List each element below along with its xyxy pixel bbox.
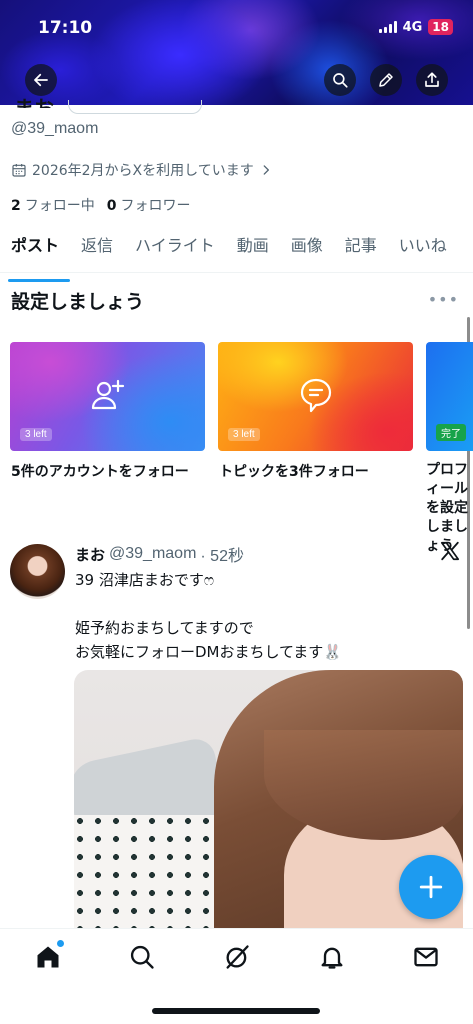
setup-card-profile[interactable]: 完了	[426, 342, 473, 451]
following-count: 2	[11, 198, 21, 214]
status-time: 17:10	[38, 18, 93, 38]
setup-title: 設定しましょう	[11, 291, 145, 313]
setup-card-label: トピックを3件フォロー	[219, 464, 369, 480]
back-arrow-icon	[34, 73, 48, 87]
profile-name: まお	[14, 96, 54, 108]
image-fabric	[74, 815, 234, 930]
post-text: 39 沼津店まおですෆ 姫予約おまちしてますので お気軽にフォローDMおまちして…	[75, 571, 342, 661]
search-icon	[333, 73, 348, 88]
tab-highlights[interactable]: ハイライト	[124, 230, 226, 272]
topic-bubble-icon	[296, 375, 336, 419]
post-time: · 52秒	[200, 548, 244, 565]
grok-icon	[226, 945, 249, 969]
setup-card-label: 5件のアカウントをフォロー	[11, 464, 189, 480]
follow-stats: 2 フォロー中 0 フォロワー	[11, 195, 191, 215]
network-label: 4G	[402, 19, 423, 35]
home-notification-dot	[57, 940, 64, 947]
followers-label: フォロワー	[120, 198, 191, 214]
nav-grok[interactable]	[223, 943, 251, 971]
tab-likes[interactable]: いいね	[388, 230, 458, 272]
card-progress-badge: 3 left	[20, 428, 52, 441]
followers-count: 0	[106, 198, 117, 214]
nav-search[interactable]	[128, 943, 156, 971]
compose-button[interactable]	[399, 855, 463, 919]
add-user-icon	[88, 375, 128, 419]
plus-icon	[419, 875, 443, 899]
post-author-name: まお	[75, 545, 106, 564]
nav-messages[interactable]	[412, 943, 440, 971]
joined-date[interactable]: 2026年2月からXを利用しています	[11, 160, 273, 180]
joined-text: 2026年2月からXを利用しています	[32, 163, 254, 179]
nav-home[interactable]	[34, 940, 64, 971]
tab-replies[interactable]: 返信	[70, 230, 124, 272]
card-progress-badge: 3 left	[228, 428, 260, 441]
search-button[interactable]	[324, 64, 356, 96]
mail-icon	[414, 947, 438, 967]
tab-posts[interactable]: ポスト	[0, 230, 71, 282]
calendar-icon	[12, 164, 26, 177]
home-icon	[37, 946, 59, 968]
profile-tabs: ポスト 返信 ハイライト 動画 画像 記事 いいね	[0, 230, 473, 282]
battery-icon: 18	[428, 19, 453, 35]
search-icon	[130, 945, 154, 969]
following-label: フォロー中	[24, 198, 95, 214]
verify-badge-button[interactable]	[68, 100, 202, 114]
edit-pencil-icon	[379, 73, 393, 87]
card-done-badge: 完了	[436, 424, 466, 441]
setup-card-follow-topics[interactable]: 3 left	[218, 342, 413, 451]
x-logo-icon[interactable]	[439, 540, 461, 562]
post-author[interactable]: まお @39_maom · 52秒	[75, 542, 244, 566]
chevron-right-icon	[263, 165, 269, 175]
setup-card-follow-accounts[interactable]: 3 left	[10, 342, 205, 451]
profile-handle: @39_maom	[11, 120, 99, 137]
more-options-icon[interactable]: •••	[428, 290, 459, 309]
avatar[interactable]	[10, 544, 65, 599]
post-author-handle: @39_maom	[109, 545, 197, 562]
share-button[interactable]	[416, 64, 448, 96]
home-indicator[interactable]	[152, 1008, 320, 1014]
edit-button[interactable]	[370, 64, 402, 96]
status-indicators: 4G 18	[378, 19, 453, 35]
signal-icon	[378, 21, 397, 33]
tab-articles[interactable]: 記事	[334, 230, 388, 272]
nav-notifications[interactable]	[318, 943, 346, 971]
share-icon	[425, 72, 439, 87]
tab-images[interactable]: 画像	[280, 230, 334, 272]
following-link[interactable]: 2 フォロー中	[11, 195, 95, 215]
bell-icon	[321, 947, 343, 969]
followers-link[interactable]: 0 フォロワー	[107, 195, 191, 215]
profile-banner: 17:10 4G 18	[0, 0, 473, 105]
tab-videos[interactable]: 動画	[226, 230, 280, 272]
